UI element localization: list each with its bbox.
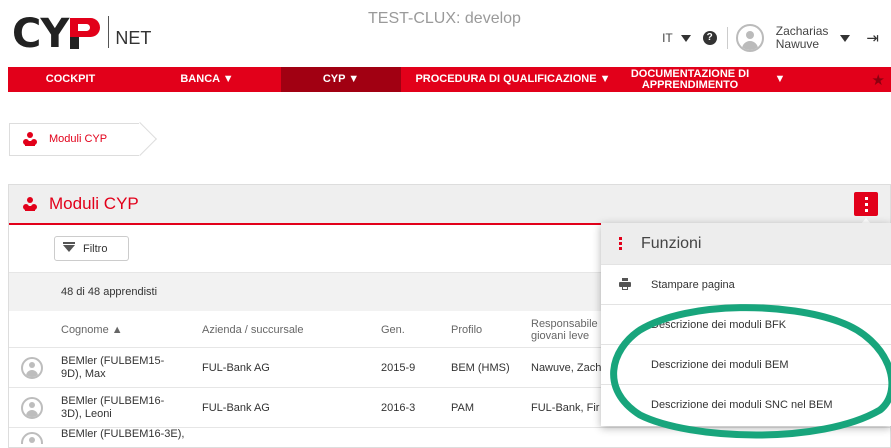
breadcrumb-item-moduli-cyp[interactable]: Moduli CYP [49, 133, 107, 145]
functions-dropdown: Funzioni Stampare pagina Descrizione dei… [601, 223, 891, 426]
cell-profile: BEM (HMS) [451, 361, 510, 374]
language-selector[interactable]: IT [662, 31, 673, 45]
logo-divider [108, 16, 110, 48]
cell-company: FUL-Bank AG [202, 361, 270, 374]
logout-icon[interactable]: ⇥ [866, 29, 879, 47]
cell-gen: 2015-9 [381, 361, 416, 374]
nav-item-documentazione[interactable]: DOCUMENTAZIONE DI APPRENDIMENTO [625, 67, 755, 92]
printer-icon [619, 278, 631, 290]
cell-name[interactable]: BEMler (FULBEM16-3E), [61, 428, 184, 442]
nav-item-cyp[interactable]: CYP ▼ [281, 67, 401, 92]
functions-dropdown-header: Funzioni [601, 223, 891, 264]
modules-icon [23, 132, 37, 146]
menu-item-bem-description[interactable]: Descrizione dei moduli BEM [601, 344, 891, 384]
user-area: IT ? Zacharias Nawuve ⇥ [662, 24, 879, 52]
logo-suffix: NET [115, 28, 152, 48]
filter-button[interactable]: Filtro [54, 236, 129, 261]
language-chevron-down-icon[interactable] [680, 34, 691, 42]
menu-item-print-page[interactable]: Stampare pagina [601, 264, 891, 304]
help-icon[interactable]: ? [702, 31, 717, 45]
breadcrumb: Moduli CYP [9, 122, 157, 156]
column-header-company[interactable]: Azienda / succursale [202, 311, 304, 348]
cell-name[interactable]: BEMler (FULBEM15-9D), Max [61, 348, 171, 388]
logo-letters: CY [12, 11, 69, 57]
panel-header: Moduli CYP [9, 185, 890, 225]
cell-gen: 2016-3 [381, 401, 416, 414]
student-avatar-icon [21, 397, 43, 419]
functions-title: Funzioni [641, 234, 702, 252]
menu-item-snc-bem-description[interactable]: Descrizione dei moduli SNC nel BEM [601, 384, 891, 424]
cyp-net-logo[interactable]: CY NET [12, 14, 151, 54]
main-navigation: COCKPIT BANCA ▼ CYP ▼ PROCEDURA DI QUALI… [8, 67, 891, 92]
student-avatar-icon [21, 357, 43, 379]
cell-company: FUL-Bank AG [202, 401, 270, 414]
user-first-name: Zacharias [775, 24, 829, 38]
column-header-surname[interactable]: Cognome ▲ [61, 311, 123, 348]
user-last-name: Nawuve [775, 37, 820, 51]
menu-item-label: Descrizione dei moduli SNC nel BEM [651, 398, 833, 411]
favorite-star-icon[interactable]: ★ [872, 71, 885, 89]
column-header-profile[interactable]: Profilo [451, 311, 482, 348]
filter-label: Filtro [83, 242, 108, 255]
menu-item-bfk-description[interactable]: Descrizione dei moduli BFK [601, 304, 891, 344]
nav-item-cockpit[interactable]: COCKPIT [8, 67, 133, 92]
cell-responsible: FUL-Bank, Fir [531, 401, 600, 414]
cell-responsible: Nawuve, Zach [531, 361, 602, 374]
user-name[interactable]: Zacharias Nawuve [776, 25, 829, 51]
nav-documentazione-chevron[interactable]: ▼ [755, 67, 805, 92]
filter-funnel-icon [63, 242, 75, 252]
user-menu-chevron-down-icon[interactable] [840, 34, 851, 42]
nav-item-banca[interactable]: BANCA ▼ [133, 67, 281, 92]
functions-menu-button[interactable] [854, 192, 878, 216]
header-divider [726, 27, 728, 49]
table-row[interactable]: BEMler (FULBEM16-3E), [9, 428, 890, 444]
column-header-gen[interactable]: Gen. [381, 311, 405, 348]
kebab-icon [619, 237, 623, 250]
column-header-responsible[interactable]: Responsabile giovani leve [531, 311, 601, 348]
user-avatar-icon[interactable] [735, 24, 764, 52]
nav-item-procedura[interactable]: PROCEDURA DI QUALIFICAZIONE ▼ [401, 67, 625, 92]
panel-title: Moduli CYP [49, 194, 139, 213]
environment-title: TEST-CLUX: develop [368, 10, 521, 27]
cell-profile: PAM [451, 401, 475, 414]
modules-icon [23, 197, 37, 211]
menu-item-label: Descrizione dei moduli BFK [651, 318, 787, 331]
menu-item-label: Stampare pagina [651, 278, 735, 291]
menu-item-label: Descrizione dei moduli BEM [651, 358, 789, 371]
logo-p-mark [70, 18, 101, 49]
cell-name[interactable]: BEMler (FULBEM16-3D), Leoni [61, 388, 171, 428]
student-avatar-icon [21, 432, 43, 444]
